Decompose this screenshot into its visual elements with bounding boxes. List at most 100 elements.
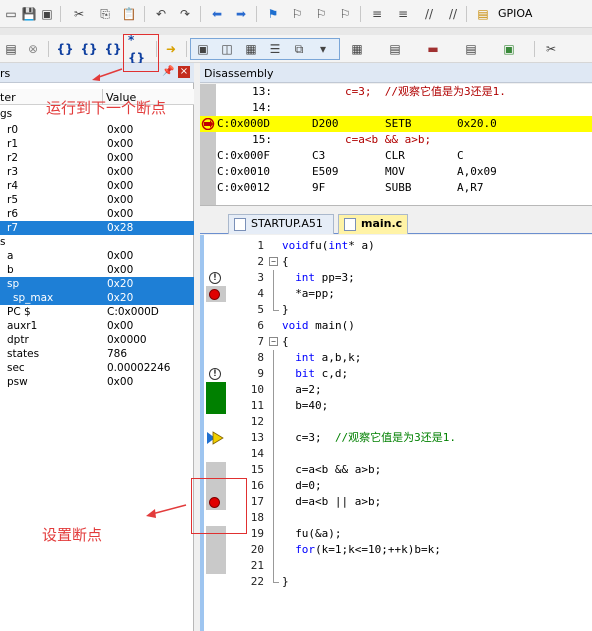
trace-icon[interactable]: ▤ <box>462 40 480 58</box>
disassembly-source-line[interactable]: 13: c=3; //观察它值是为3还是1. <box>200 84 592 100</box>
code-editor[interactable]: 1 voidfu(int* a) 2−{! 3 int pp=3; 4 *a=pp; 5} 6 v… <box>200 235 592 631</box>
nav-forward-icon[interactable]: ➡ <box>232 5 250 23</box>
code-line[interactable]: 16 d=0; <box>200 478 592 494</box>
bookmark-next-icon[interactable]: ⚐ <box>312 5 330 23</box>
comment-icon[interactable]: // <box>420 5 438 23</box>
stop-icon[interactable]: ⊗ <box>24 40 42 58</box>
register-row[interactable]: psw 0x00 <box>0 375 194 389</box>
disassembly-window-icon[interactable]: ◫ <box>218 40 236 58</box>
copy-icon[interactable]: ⎘ <box>96 5 114 23</box>
disassembly-source-line[interactable]: 14: <box>200 100 592 116</box>
undo-icon[interactable]: ↶ <box>152 5 170 23</box>
serial-window-icon[interactable]: ▤ <box>386 40 404 58</box>
code-line[interactable]: 6 void main() <box>200 318 592 334</box>
code-line[interactable]: 11 b=40; <box>200 398 592 414</box>
register-row[interactable]: b 0x00 <box>0 263 194 277</box>
tab-main-c[interactable]: main.c <box>338 214 408 234</box>
disassembly-view[interactable]: 13: c=3; //观察它值是为3还是1. 14: C:0x000D D200 SETB… <box>200 84 592 206</box>
fold-toggle-icon[interactable]: − <box>269 337 278 346</box>
register-row[interactable]: r6 0x00 <box>0 207 194 221</box>
register-row[interactable]: r2 0x00 <box>0 151 194 165</box>
toolbox-icon[interactable]: ✂ <box>542 40 560 58</box>
breakpoint-icon[interactable] <box>209 289 220 300</box>
project-icon[interactable]: ▤ <box>474 5 492 23</box>
register-row[interactable]: auxr1 0x00 <box>0 319 194 333</box>
code-line[interactable]: 12 <box>200 414 592 430</box>
command-window-icon[interactable]: ▣ <box>194 40 212 58</box>
reset-icon[interactable]: ▤ <box>2 40 20 58</box>
toolbar-separator <box>48 41 49 57</box>
new-file-icon[interactable]: ▭ <box>2 5 20 23</box>
register-row[interactable]: sp_max 0x20 <box>0 291 194 305</box>
call-stack-icon[interactable]: ⧉ <box>290 40 308 58</box>
code-line[interactable]: 1 voidfu(int* a) <box>200 238 592 254</box>
save-all-icon[interactable]: ▣ <box>38 5 56 23</box>
code-line[interactable]: 2−{ <box>200 254 592 270</box>
target-name[interactable]: GPIOA <box>498 7 532 20</box>
column-header-name[interactable]: ter <box>0 91 16 104</box>
save-icon[interactable]: 💾 <box>20 5 38 23</box>
register-row[interactable]: states 786 <box>0 347 194 361</box>
register-row[interactable]: r0 0x00 <box>0 123 194 137</box>
code-line[interactable]: 20 for(k=1;k<=10;++k)b=k; <box>200 542 592 558</box>
disassembly-instruction[interactable]: C:0x0012 9F SUBB A,R7 <box>200 180 592 196</box>
code-line[interactable]: 10 a=2; <box>200 382 592 398</box>
bookmark-prev-icon[interactable]: ⚐ <box>288 5 306 23</box>
redo-icon[interactable]: ↷ <box>176 5 194 23</box>
system-viewer-icon[interactable]: ▣ <box>500 40 518 58</box>
disassembly-instruction[interactable]: C:0x000F C3 CLR C <box>200 148 592 164</box>
registers-window-icon[interactable]: ☰ <box>266 40 284 58</box>
code-line[interactable]: 4 *a=pp; <box>200 286 592 302</box>
code-line[interactable]: 7−{ <box>200 334 592 350</box>
show-next-statement-icon[interactable]: ➜ <box>162 40 180 58</box>
logic-analyzer-icon[interactable]: ▬ <box>424 40 442 58</box>
register-row[interactable]: r3 0x00 <box>0 165 194 179</box>
code-line[interactable]: ! 3 int pp=3; <box>200 270 592 286</box>
code-line[interactable]: 5} <box>200 302 592 318</box>
register-row[interactable]: PC $ C:0x000D <box>0 305 194 319</box>
fold-toggle-icon[interactable]: − <box>269 257 278 266</box>
register-row[interactable]: sp 0x20 <box>0 277 194 291</box>
disassembly-instruction[interactable]: C:0x0010 E509 MOV A,0x09 <box>200 164 592 180</box>
fold-guide <box>273 510 274 526</box>
code-line[interactable]: 18 <box>200 510 592 526</box>
code-line[interactable]: 22} <box>200 574 592 590</box>
bookmark-icon[interactable]: ⚑ <box>264 5 282 23</box>
uncomment-icon[interactable]: // <box>444 5 462 23</box>
step-over-icon[interactable]: {} <box>80 40 98 58</box>
watch-window-icon[interactable]: ▾ <box>314 40 332 58</box>
code-line[interactable]: 21 <box>200 558 592 574</box>
bookmark-clear-icon[interactable]: ⚐ <box>336 5 354 23</box>
step-out-icon[interactable]: {} <box>104 40 122 58</box>
code-line[interactable]: 14 <box>200 446 592 462</box>
close-icon[interactable]: × <box>178 66 190 78</box>
code-line[interactable]: 13 c=3; //观察它值是为3还是1. <box>200 430 592 446</box>
memory-window-icon[interactable]: ▦ <box>348 40 366 58</box>
step-into-icon[interactable]: {} <box>56 40 74 58</box>
register-row[interactable]: r4 0x00 <box>0 179 194 193</box>
indent-icon[interactable]: ≡ <box>368 5 386 23</box>
unindent-icon[interactable]: ≡ <box>394 5 412 23</box>
register-row[interactable]: r1 0x00 <box>0 137 194 151</box>
register-row[interactable]: r7 0x28 <box>0 221 194 235</box>
code-line[interactable]: 19 fu(&a); <box>200 526 592 542</box>
cut-icon[interactable]: ✂ <box>70 5 88 23</box>
symbols-window-icon[interactable]: ▦ <box>242 40 260 58</box>
register-row[interactable]: s <box>0 235 194 249</box>
code-line[interactable]: ! 9 bit c,d; <box>200 366 592 382</box>
register-row[interactable]: a 0x00 <box>0 249 194 263</box>
disassembly-instruction[interactable]: C:0x000D D200 SETB 0x20.0 <box>200 116 592 132</box>
code-text: voidfu(int* a) <box>282 238 375 254</box>
code-text: d=0; <box>295 478 322 494</box>
code-line[interactable]: 8 int a,b,k; <box>200 350 592 366</box>
code-line[interactable]: 17 d=a<b || a>b; <box>200 494 592 510</box>
code-line[interactable]: 15 c=a<b && a>b; <box>200 462 592 478</box>
tab-startup[interactable]: STARTUP.A51 <box>228 214 334 234</box>
disassembly-source-line[interactable]: 15: c=a<b && a>b; <box>200 132 592 148</box>
pin-icon[interactable]: 📌 <box>162 66 174 77</box>
register-row[interactable]: dptr 0x0000 <box>0 333 194 347</box>
nav-back-icon[interactable]: ⬅ <box>208 5 226 23</box>
paste-icon[interactable]: 📋 <box>120 5 138 23</box>
register-row[interactable]: r5 0x00 <box>0 193 194 207</box>
register-row[interactable]: sec 0.00002246 <box>0 361 194 375</box>
